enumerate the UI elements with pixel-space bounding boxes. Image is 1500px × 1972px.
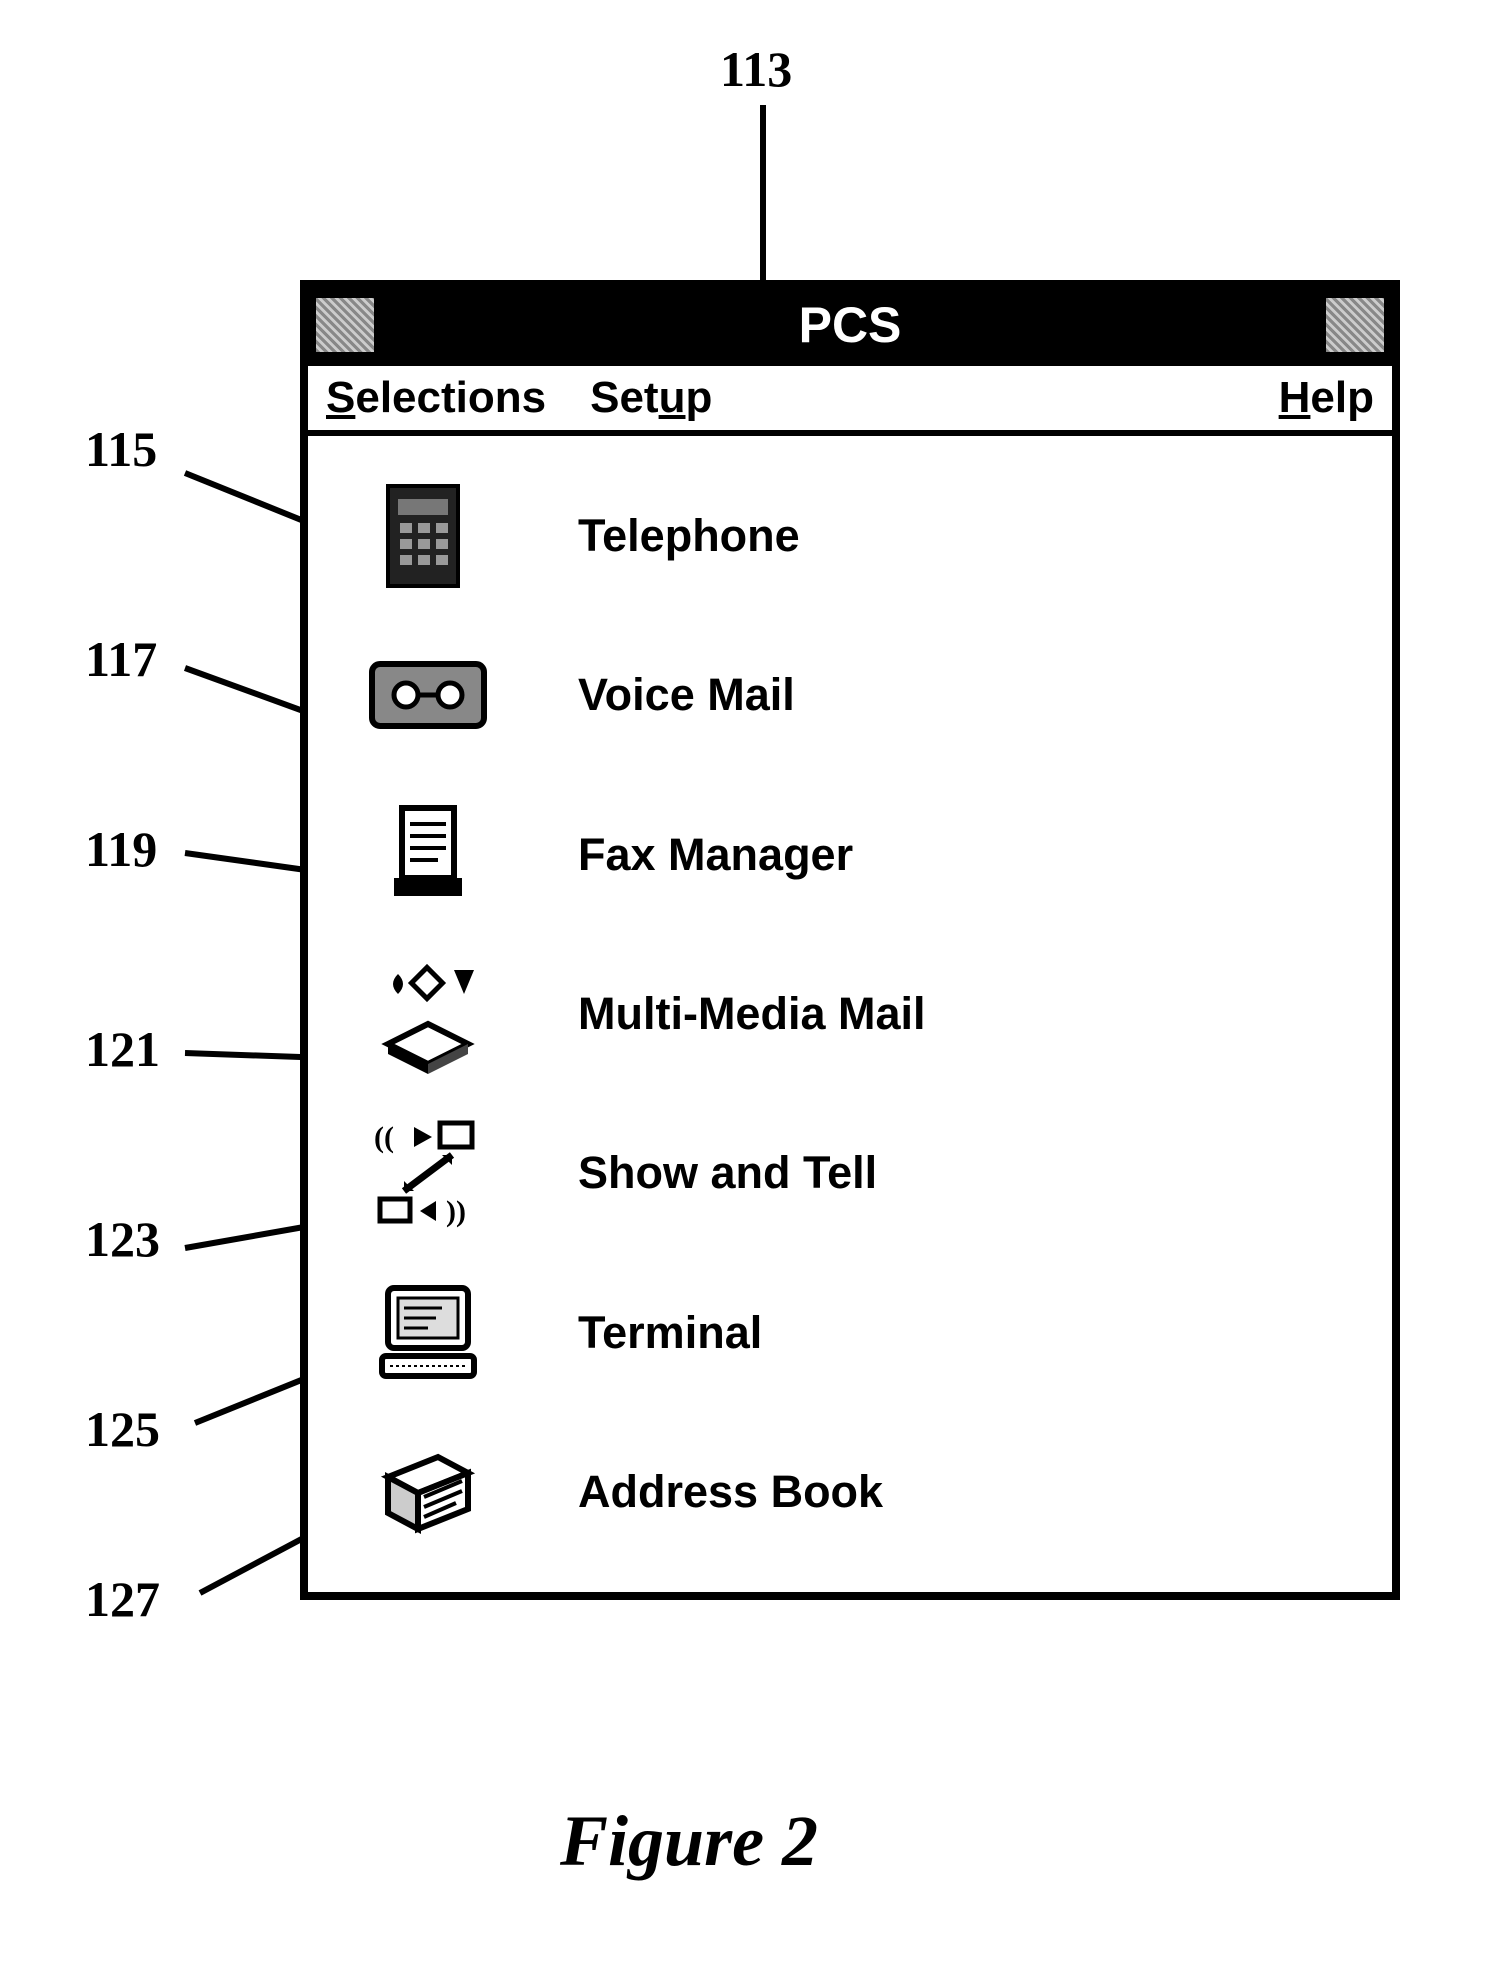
title-bar: PCS	[308, 288, 1392, 366]
telephone-icon	[368, 476, 488, 596]
addressbook-icon	[368, 1432, 488, 1552]
figure-caption: Figure 2	[560, 1800, 818, 1883]
maximize-icon[interactable]	[1322, 294, 1388, 356]
callout-123: 123	[85, 1210, 160, 1268]
item-terminal-label: Terminal	[578, 1307, 762, 1359]
leader-113	[760, 105, 766, 285]
menu-selections[interactable]: Selections	[326, 373, 546, 423]
callout-115: 115	[85, 420, 157, 478]
item-terminal[interactable]: Terminal	[328, 1273, 1372, 1393]
item-showtell[interactable]: (( )) Show and Tell	[328, 1113, 1372, 1233]
callout-113: 113	[720, 40, 792, 98]
item-addressbook-label: Address Book	[578, 1466, 883, 1518]
terminal-icon	[368, 1273, 488, 1393]
multimedia-icon	[368, 954, 488, 1074]
menu-selections-rest: elections	[355, 373, 546, 422]
item-multimedia-label: Multi-Media Mail	[578, 988, 926, 1040]
item-multimedia[interactable]: Multi-Media Mail	[328, 954, 1372, 1074]
callout-127: 127	[85, 1570, 160, 1628]
callout-119: 119	[85, 820, 157, 878]
callout-121: 121	[85, 1020, 160, 1078]
showtell-icon: (( ))	[368, 1113, 488, 1233]
callout-125: 125	[85, 1400, 160, 1458]
item-voicemail[interactable]: Voice Mail	[328, 635, 1372, 755]
item-addressbook[interactable]: Address Book	[328, 1432, 1372, 1552]
pcs-window: PCS Selections Setup Help Telephone	[300, 280, 1400, 1600]
fax-icon	[368, 795, 488, 915]
menu-bar: Selections Setup Help	[308, 366, 1392, 436]
callout-117: 117	[85, 630, 157, 688]
item-telephone[interactable]: Telephone	[328, 476, 1372, 596]
svg-text:((: ((	[374, 1121, 394, 1154]
item-showtell-label: Show and Tell	[578, 1147, 877, 1199]
client-area: Telephone Voice Mail	[308, 436, 1392, 1592]
system-menu-icon[interactable]	[312, 294, 378, 356]
item-telephone-label: Telephone	[578, 510, 800, 562]
menu-setup[interactable]: Setup	[590, 373, 712, 423]
cassette-icon	[368, 635, 488, 755]
menu-help[interactable]: Help	[1279, 373, 1374, 423]
item-fax[interactable]: Fax Manager	[328, 795, 1372, 915]
svg-text:)): ))	[446, 1195, 466, 1228]
item-fax-label: Fax Manager	[578, 829, 853, 881]
window-title: PCS	[382, 296, 1318, 354]
item-voicemail-label: Voice Mail	[578, 669, 795, 721]
